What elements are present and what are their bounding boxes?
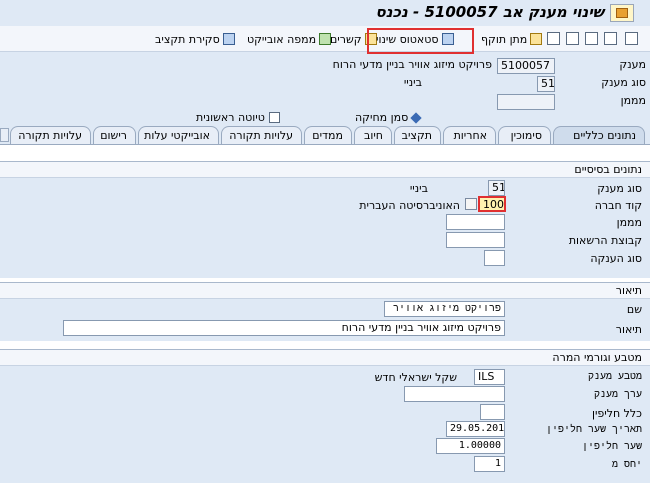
create-icon[interactable]: [585, 32, 598, 45]
edit-icon: [268, 112, 280, 123]
grant-value-field[interactable]: [404, 386, 505, 402]
tab-general-data[interactable]: נתונים כלליים: [553, 126, 645, 144]
tab-cost-objects[interactable]: אובייקטי עלות: [138, 126, 219, 144]
exchange-rate-label: שער חליפין: [581, 441, 642, 452]
validate-icon: [530, 33, 543, 45]
table-icon: [222, 33, 235, 45]
tab-scroll-left-icon[interactable]: [0, 128, 9, 142]
name-label: שם: [626, 303, 642, 316]
grant-type-label: סוג מענק: [601, 76, 646, 89]
description-field[interactable]: פרויקט מיזוג אוויר בניין מדעי הרוח: [63, 320, 505, 336]
rate-date-field[interactable]: 29.05.2019: [446, 421, 505, 437]
application-toolbar: סקירת תקציב ממפה אובייקט קשרים סטאטוס שי…: [0, 26, 650, 52]
header-area: מענק 5100057 פרויקט מיזוג אוויר בניין מד…: [0, 54, 650, 110]
grant-type-label: סוג מענק: [597, 182, 642, 195]
currency-title: מטבע וגורמי המרה: [552, 351, 642, 364]
grant-type-description: ביניי: [409, 182, 428, 195]
description-section-header: תיאור: [0, 282, 650, 299]
basic-data-section: סוג מענק 51 ביניי קוד חברה 1000 האוניברס…: [0, 178, 650, 278]
title-bar: שינוי מענק אב 5100057 - נכנס: [0, 0, 650, 26]
tab-content: נתונים בסיסיים סוג מענק 51 ביניי קוד חבר…: [0, 144, 650, 483]
sponsor-field[interactable]: [497, 94, 555, 110]
grant-type-description: ביניי: [403, 76, 422, 89]
description-label: תיאור: [615, 323, 642, 336]
tab-overhead-costs-2[interactable]: עלויות תקורה: [10, 126, 91, 144]
display-icon[interactable]: [625, 32, 638, 45]
exchange-rate-field[interactable]: 1.00000: [436, 438, 505, 454]
award-type-label: סוג הענקה: [590, 252, 642, 265]
sponsor-field[interactable]: [446, 214, 505, 230]
currency-section-header: מטבע וגורמי המרה: [0, 349, 650, 366]
grant-currency-label: מטבע מענק: [587, 371, 642, 382]
grant-validation-button[interactable]: מתן תוקף: [481, 30, 543, 48]
description-title: תיאור: [615, 284, 642, 297]
grant-currency-description: שקל ישראלי חדש: [374, 371, 457, 384]
diamond-icon: [410, 111, 422, 124]
tab-dimensions[interactable]: ממדים: [304, 126, 352, 144]
tab-overhead-costs[interactable]: עלויות תקורה: [221, 126, 302, 144]
window-title: שינוי מענק אב 5100057 - נכנס: [375, 3, 604, 21]
ratio-from-label: יחס מ: [611, 459, 642, 470]
first-draft-flag[interactable]: טיוטה ראשונית: [196, 111, 280, 124]
sponsor-label: מממן: [616, 216, 642, 229]
exchange-rule-label: כלל חליפין: [591, 407, 642, 420]
company-code-description: האוניברסיטה העברית: [359, 199, 460, 212]
tab-responsibility[interactable]: אחריות: [443, 126, 496, 144]
description-section: שם פרויקט מיזוג אוויר תיאור פרויקט מיזוג…: [0, 299, 650, 341]
fiscal-overview-button[interactable]: סקירת תקציב: [155, 30, 235, 48]
ratio-from-field[interactable]: 1: [474, 456, 505, 472]
grant-type-field[interactable]: 51: [488, 180, 505, 196]
tab-billing[interactable]: חיוב: [354, 126, 392, 144]
sponsor-label: מממן: [620, 94, 646, 107]
folder-icon: [616, 8, 628, 18]
grant-description: פרויקט מיזוג אוויר בניין מדעי הרוח: [332, 58, 492, 71]
search-icon[interactable]: [465, 198, 477, 210]
document-icon[interactable]: [604, 32, 617, 45]
basic-data-title: נתונים בסיסיים: [574, 163, 642, 176]
grant-currency-field[interactable]: ILS: [474, 369, 505, 385]
tab-strip: נתונים כלליים סימוכין אחריות תקציב חיוב …: [0, 126, 650, 144]
copy-icon[interactable]: [547, 32, 560, 45]
company-code-label: קוד חברה: [594, 199, 642, 212]
auth-group-label: קבוצת הרשאות: [568, 234, 642, 247]
transaction-icon[interactable]: [610, 4, 634, 22]
exchange-rule-field[interactable]: [480, 404, 505, 420]
delete-mark-flag[interactable]: סמן מחיקה: [355, 111, 422, 124]
company-code-field[interactable]: 1000: [478, 196, 506, 212]
object-map-button[interactable]: ממפה אובייקט: [247, 30, 332, 48]
award-type-field[interactable]: [484, 250, 505, 266]
tab-posting[interactable]: רישום: [93, 126, 136, 144]
tab-references[interactable]: סימוכין: [498, 126, 551, 144]
auth-group-field[interactable]: [446, 232, 505, 248]
grant-field[interactable]: 5100057: [497, 58, 555, 74]
grant-value-label: ערך מענק: [593, 389, 642, 400]
basic-data-section-header: נתונים בסיסיים: [0, 161, 650, 178]
grant-label: מענק: [619, 58, 646, 71]
grant-type-field[interactable]: 51: [537, 76, 555, 92]
currency-section: מטבע מענק ILS שקל ישראלי חדש ערך מענק כל…: [0, 366, 650, 483]
tab-budget[interactable]: תקציב: [394, 126, 441, 144]
name-field[interactable]: פרויקט מיזוג אוויר: [384, 301, 505, 317]
highlight-box: [367, 28, 474, 54]
rate-date-label: תאריך שער חליפין: [545, 424, 642, 435]
tools-icon[interactable]: [566, 32, 579, 45]
